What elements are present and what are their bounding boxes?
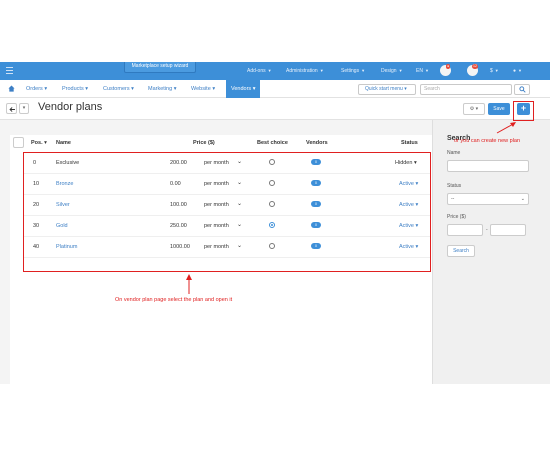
notification-dot: ●	[446, 64, 451, 69]
caret-down-icon: ▼	[361, 68, 366, 73]
column-header-price[interactable]: Price ($)	[193, 140, 215, 146]
nav-customers[interactable]: Customers ▾	[103, 86, 134, 92]
history-dropdown-button[interactable]: ▾	[19, 103, 29, 114]
chevron-down-icon: ⌄	[520, 196, 525, 202]
nav-orders[interactable]: Orders ▾	[26, 86, 47, 92]
caret-down-icon: ▾	[475, 106, 479, 112]
topbar-menu-label: Administration	[286, 68, 318, 74]
annotation-arrow-icon	[186, 274, 192, 294]
caret-down-icon: ▼	[494, 68, 499, 73]
arrow-left-icon	[8, 106, 15, 112]
sort-icon: ▾	[44, 140, 47, 146]
column-header-vendors: Vendors	[306, 140, 328, 146]
nav-label: Orders	[26, 86, 43, 92]
nav-label: Vendors	[231, 86, 252, 92]
column-header-status: Status	[401, 140, 418, 146]
topbar-menu-label: $	[490, 68, 493, 74]
topbar-menu-label: EN	[416, 68, 423, 74]
caret-down-icon: ▾	[44, 86, 48, 92]
home-icon[interactable]	[8, 85, 15, 92]
caret-down-icon: ▾	[85, 86, 89, 92]
price-to-input[interactable]	[490, 224, 526, 236]
add-button-highlight-box	[513, 101, 534, 121]
admin-window: Marketplace setup wizard Add-ons ▼ Admini…	[0, 62, 550, 384]
header-label: Pos.	[31, 140, 43, 146]
column-header-name[interactable]: Name	[56, 140, 71, 146]
topbar-menu-label: Settings	[341, 68, 360, 74]
quick-start-menu-button[interactable]: Quick start menu ▾	[358, 84, 416, 95]
table-header: Pos. ▾ Name Price ($) Best choice Vendor…	[10, 135, 432, 151]
create-plan-annotation: or you can create new plan	[454, 138, 521, 144]
settings-dropdown-button[interactable]: ⚙ ▾	[463, 103, 485, 115]
annotation-arrow-icon	[496, 122, 516, 134]
caret-down-icon: ▾	[252, 86, 256, 92]
nav-label: Products	[62, 86, 84, 92]
price-range-separator: -	[486, 227, 488, 233]
search-button[interactable]	[514, 84, 530, 95]
topbar-language-selector[interactable]: EN ▼	[416, 68, 429, 74]
topbar-menu-addons[interactable]: Add-ons ▼	[247, 68, 272, 74]
price-from-input[interactable]	[447, 224, 483, 236]
sidebar-search-button[interactable]: Search	[447, 245, 475, 257]
nav-label: Marketing	[148, 86, 173, 92]
caret-down-icon: ▾	[173, 86, 177, 92]
global-search-input[interactable]: Search	[420, 84, 512, 95]
nav-label: Website	[191, 86, 211, 92]
name-filter-label: Name	[447, 150, 461, 156]
caret-down-icon: ▼	[319, 68, 324, 73]
table-highlight-box	[23, 152, 431, 272]
main-nav-bar: Orders ▾ Products ▾ Customers ▾ Marketin…	[0, 80, 550, 98]
save-button[interactable]: Save	[488, 103, 510, 115]
nav-products[interactable]: Products ▾	[62, 86, 88, 92]
topbar-menu-label: Add-ons	[247, 68, 266, 74]
topbar-menu-settings[interactable]: Settings ▼	[341, 68, 365, 74]
notification-count-badge: 12	[472, 64, 478, 69]
caret-down-icon: ▾	[131, 86, 134, 92]
select-all-checkbox[interactable]	[13, 137, 24, 148]
page-title-bar: ▾ Vendor plans ⚙ ▾ Save +	[0, 98, 550, 120]
quick-start-label: Quick start menu	[365, 86, 403, 92]
name-filter-input[interactable]	[447, 160, 529, 172]
caret-down-icon: ▼	[424, 68, 429, 73]
search-sidebar: Search Name Status -- ⌄ Price ($) - Searc…	[432, 120, 550, 384]
caret-down-icon: ▾	[212, 86, 216, 92]
back-button[interactable]	[6, 103, 17, 114]
status-filter-value: --	[451, 196, 455, 202]
open-plan-annotation: On vendor plan page select the plan and …	[115, 297, 233, 303]
user-menu[interactable]: ● ▼	[513, 68, 522, 74]
topbar-currency-selector[interactable]: $ ▼	[490, 68, 499, 74]
page-title: Vendor plans	[38, 101, 103, 113]
column-header-best-choice: Best choice	[257, 140, 288, 146]
status-filter-label: Status	[447, 183, 462, 189]
nav-website[interactable]: Website ▾	[191, 86, 215, 92]
search-icon	[519, 86, 526, 93]
hamburger-menu-icon[interactable]	[6, 67, 13, 74]
caret-down-icon: ▾	[404, 86, 407, 92]
nav-marketing[interactable]: Marketing ▾	[148, 86, 176, 92]
user-icon: ●	[513, 68, 517, 74]
caret-down-icon: ▾	[22, 105, 26, 111]
marketplace-setup-wizard-button[interactable]: Marketplace setup wizard	[124, 62, 196, 73]
price-filter-label: Price ($)	[447, 214, 466, 220]
caret-down-icon: ▼	[398, 68, 403, 73]
admin-top-bar: Marketplace setup wizard Add-ons ▼ Admini…	[0, 62, 550, 80]
topbar-menu-label: Design	[381, 68, 397, 74]
status-filter-select[interactable]: -- ⌄	[447, 193, 529, 205]
caret-down-icon: ▼	[267, 68, 272, 73]
gear-icon: ⚙	[469, 106, 475, 112]
caret-down-icon: ▼	[518, 68, 522, 73]
topbar-menu-administration[interactable]: Administration ▼	[286, 68, 324, 74]
nav-label: Customers	[103, 86, 130, 92]
column-header-position[interactable]: Pos. ▾	[31, 140, 47, 146]
nav-vendors[interactable]: Vendors ▾	[226, 80, 261, 98]
topbar-menu-design[interactable]: Design ▼	[381, 68, 403, 74]
